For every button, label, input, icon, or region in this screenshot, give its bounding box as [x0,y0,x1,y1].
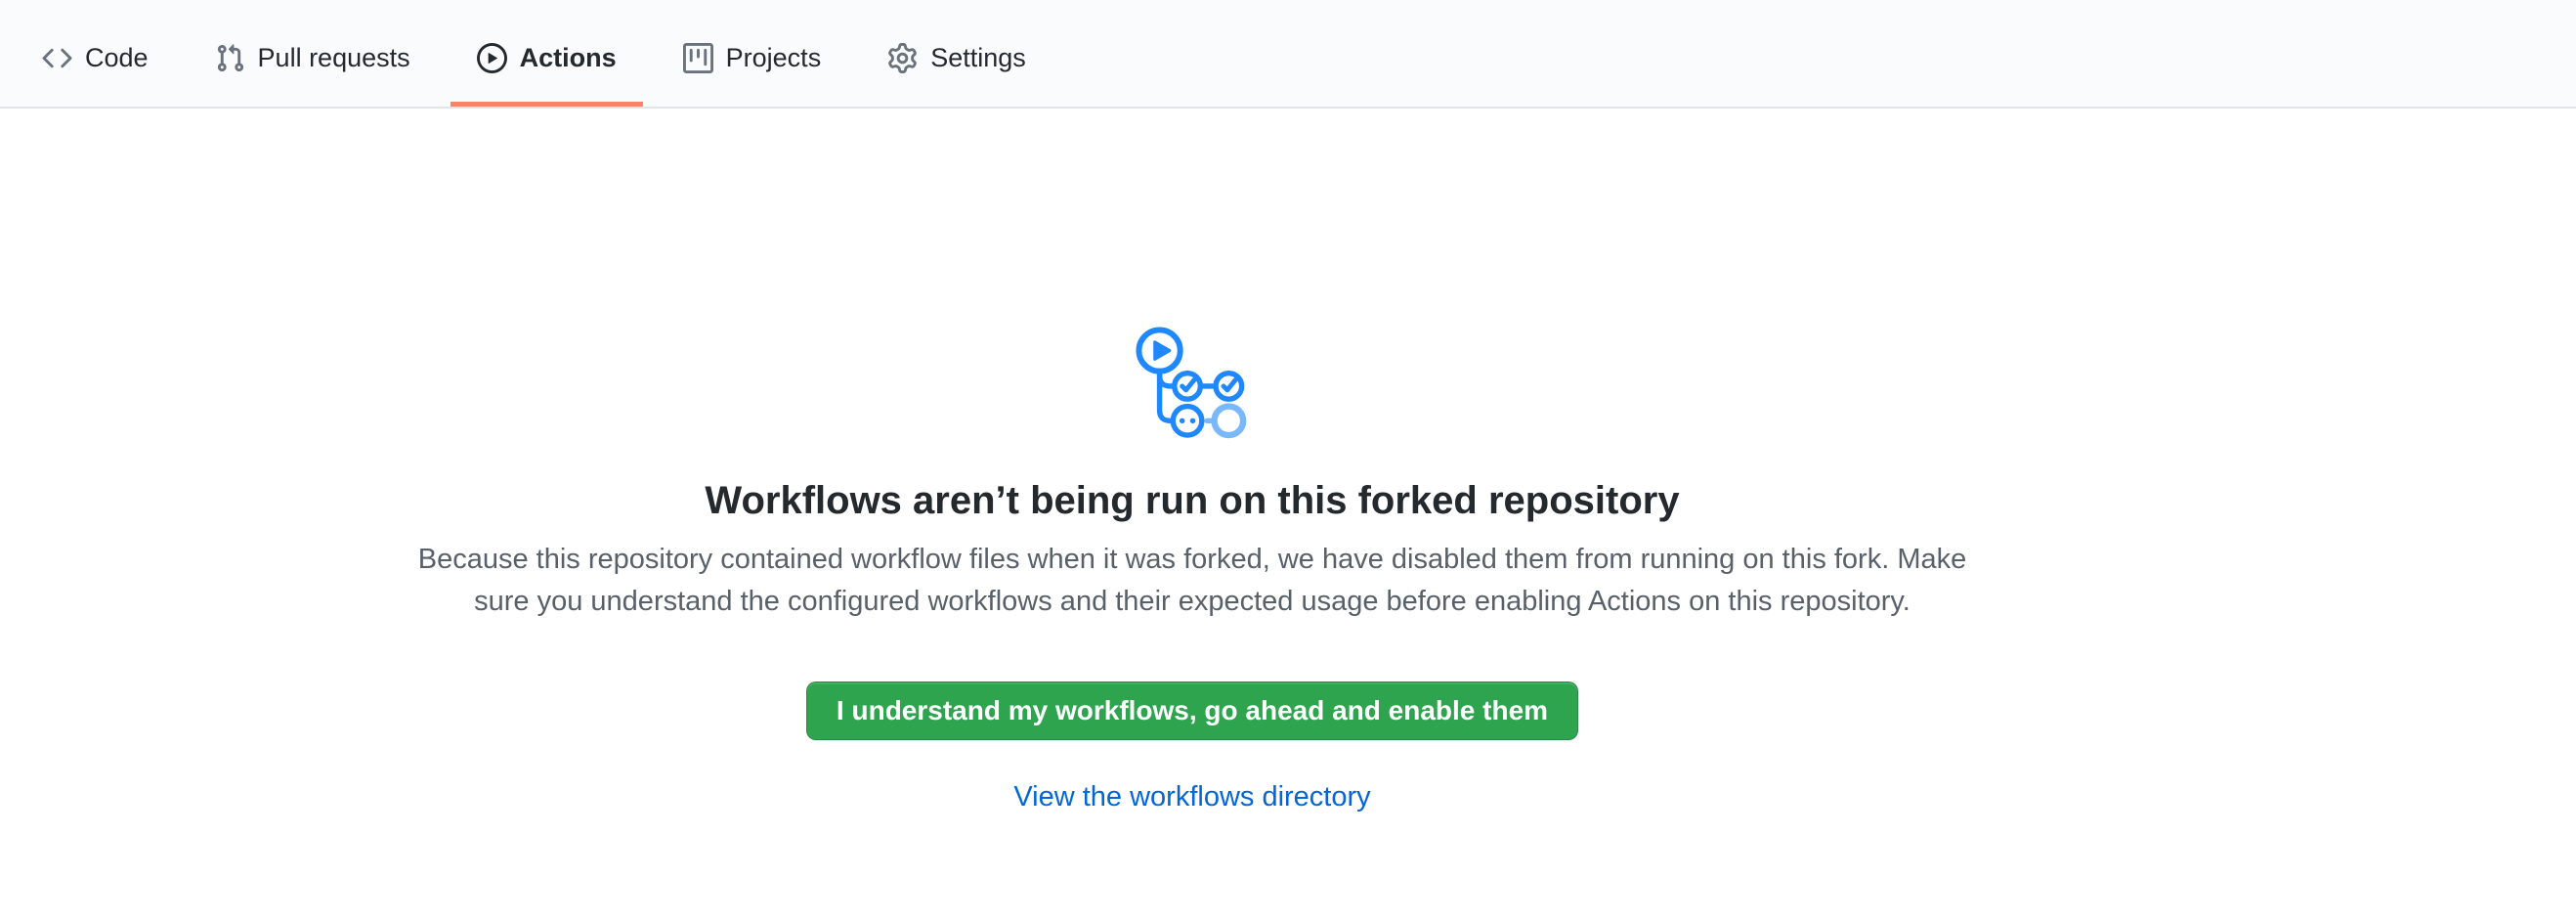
enable-workflows-button[interactable]: I understand my workflows, go ahead and … [806,681,1578,740]
gear-icon [887,43,918,73]
actions-blankslate: Workflows aren’t being run on this forke… [0,109,2576,813]
description-line-1: Because this repository contained workfl… [418,539,1967,581]
tab-code[interactable]: Code [16,0,175,107]
page-title: Workflows aren’t being run on this forke… [705,476,1679,525]
view-workflows-directory-link[interactable]: View the workflows directory [1013,781,1370,813]
tab-label: Settings [930,45,1026,71]
tab-projects[interactable]: Projects [657,0,848,107]
repo-nav: Code Pull requests Actions Projects Sett… [0,0,2576,109]
tab-label: Code [85,45,149,71]
project-icon [683,43,713,73]
tab-settings[interactable]: Settings [861,0,1052,107]
tab-actions[interactable]: Actions [451,0,643,107]
code-icon [42,43,72,73]
tab-pull-requests[interactable]: Pull requests [189,0,437,107]
description: Because this repository contained workfl… [418,539,1967,623]
workflow-graph-icon [1136,326,1249,441]
git-pull-request-icon [215,43,245,73]
tab-label: Pull requests [258,45,410,71]
description-line-2: sure you understand the configured workf… [418,581,1967,623]
tab-label: Actions [520,45,617,71]
play-icon [477,43,507,73]
tab-label: Projects [726,45,822,71]
